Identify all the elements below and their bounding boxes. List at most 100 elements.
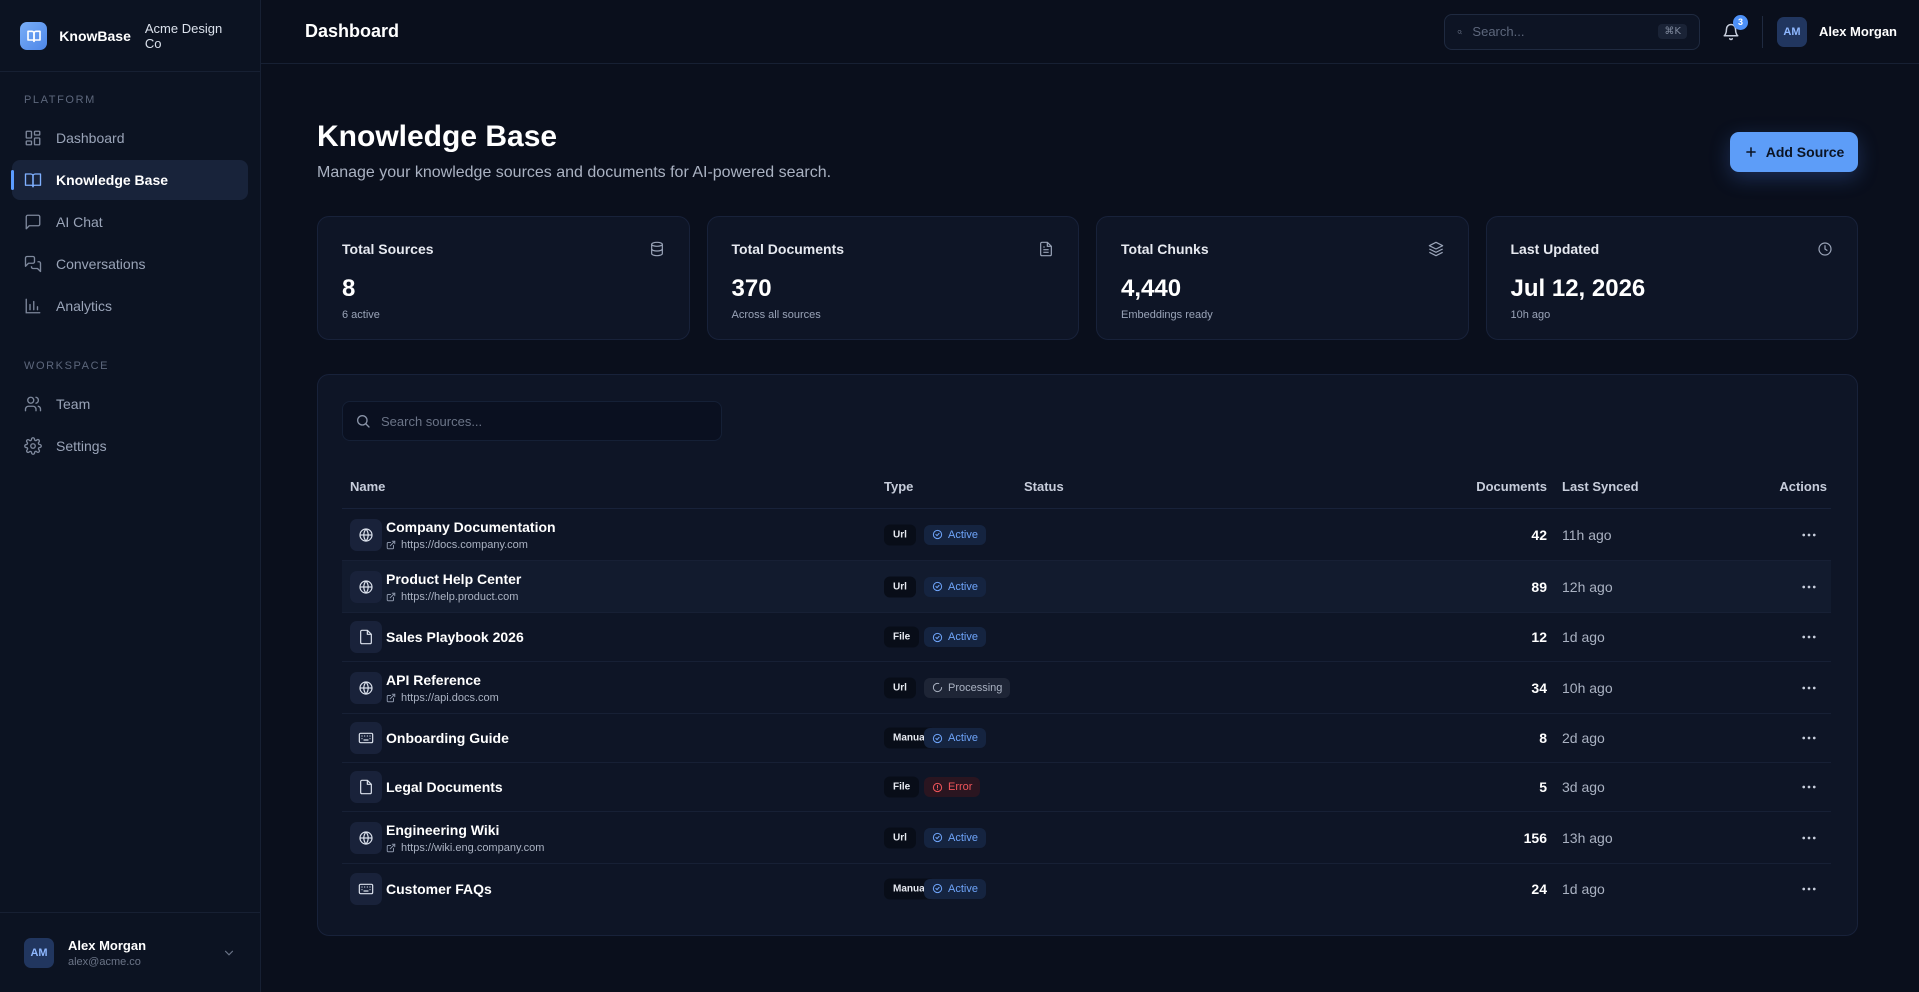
documents-count: 24 (1531, 880, 1547, 897)
stat-value: 370 (731, 275, 772, 302)
bar-chart-icon (24, 297, 42, 315)
status-badge: Processing (924, 677, 1011, 698)
source-name[interactable]: Company Documentation (386, 519, 556, 535)
sidebar-item-dashboard[interactable]: Dashboard (12, 118, 248, 158)
keyboard-icon (358, 881, 374, 897)
source-type-icon (350, 671, 382, 704)
more-horizontal-icon (1800, 679, 1818, 697)
sidebar-item-analytics[interactable]: Analytics (12, 286, 248, 326)
row-actions-button[interactable] (1799, 777, 1819, 797)
last-synced: 1d ago (1562, 629, 1605, 645)
type-badge: File (884, 776, 920, 798)
table-row[interactable]: Engineering Wiki https://wiki.eng.company… (342, 812, 1831, 864)
sidebar-item-ai-chat[interactable]: AI Chat (12, 202, 248, 242)
check-circle-icon (932, 733, 943, 744)
spinner-icon (932, 682, 943, 693)
global-search[interactable]: ⌘K (1443, 13, 1700, 50)
sidebar-user-menu[interactable]: AM Alex Morgan alex@acme.co (0, 912, 260, 992)
source-name-cell: Company Documentation https://docs.compan… (386, 519, 556, 551)
documents-count: 34 (1531, 679, 1547, 696)
check-circle-icon (932, 529, 943, 540)
conversations-icon (24, 255, 42, 273)
more-horizontal-icon (1800, 729, 1818, 747)
table-row[interactable]: Legal Documents File Error 5 3d ago (342, 763, 1831, 812)
source-url[interactable]: https://wiki.eng.company.com (386, 842, 544, 854)
stat-label: Total Sources (342, 241, 434, 257)
row-actions-button[interactable] (1799, 577, 1819, 597)
more-horizontal-icon (1800, 628, 1818, 646)
stat-sub: 10h ago (1510, 309, 1551, 321)
table-row[interactable]: API Reference https://api.docs.com Url Proc… (342, 662, 1831, 714)
source-name[interactable]: Legal Documents (386, 779, 503, 795)
row-actions-button[interactable] (1799, 828, 1819, 848)
source-url[interactable]: https://help.product.com (386, 591, 521, 603)
brand[interactable]: KnowBase Acme Design Co (0, 0, 260, 72)
documents-count: 5 (1539, 779, 1547, 795)
source-type-icon (350, 722, 382, 754)
row-actions-button[interactable] (1799, 678, 1819, 698)
stat-sub: 6 active (342, 309, 380, 321)
external-link-icon (386, 540, 396, 550)
user-menu[interactable]: AM Alex Morgan (1776, 16, 1897, 47)
source-name[interactable]: Customer FAQs (386, 881, 492, 897)
stat-value: 4,440 (1121, 275, 1182, 302)
database-icon (649, 241, 665, 257)
sources-search-input[interactable] (381, 413, 709, 429)
column-header-name[interactable]: Name (350, 479, 385, 494)
stat-value: Jul 12, 2026 (1510, 275, 1646, 302)
table-row[interactable]: Customer FAQs Manual Active 24 1d ago (342, 864, 1831, 913)
layers-icon (1428, 241, 1444, 257)
status-badge: Error (924, 777, 981, 797)
status-text: Error (948, 781, 973, 793)
column-header-documents[interactable]: Documents (1476, 479, 1547, 494)
check-circle-icon (932, 581, 943, 592)
sources-table-body: Company Documentation https://docs.compan… (342, 509, 1831, 913)
nav-section-platform: PLATFORM (24, 94, 96, 106)
grid-icon (24, 129, 42, 147)
sidebar-item-knowledge-base[interactable]: Knowledge Base (11, 160, 248, 200)
globe-icon (358, 830, 374, 846)
notifications-button[interactable]: 3 (1714, 14, 1748, 49)
file-icon (358, 779, 374, 795)
status-text: Active (948, 580, 978, 593)
source-name[interactable]: API Reference (386, 672, 499, 688)
sidebar-item-team[interactable]: Team (12, 384, 248, 424)
sidebar: KnowBase Acme Design Co PLATFORM Dashboa… (0, 0, 261, 992)
column-header-type[interactable]: Type (884, 479, 913, 494)
chevron-down-icon (222, 946, 236, 960)
source-name[interactable]: Onboarding Guide (386, 730, 509, 746)
sources-search[interactable] (342, 401, 722, 441)
globe-icon (358, 579, 374, 595)
source-name[interactable]: Engineering Wiki (386, 822, 544, 838)
column-header-status[interactable]: Status (1024, 479, 1064, 494)
column-header-last-synced[interactable]: Last Synced (1562, 479, 1639, 494)
page-title: Knowledge Base (317, 120, 558, 153)
source-name[interactable]: Sales Playbook 2026 (386, 629, 524, 645)
type-badge: Url (884, 827, 916, 848)
sidebar-item-conversations[interactable]: Conversations (12, 244, 248, 284)
source-name[interactable]: Product Help Center (386, 571, 521, 587)
gear-icon (24, 437, 42, 455)
check-circle-icon (932, 883, 943, 894)
source-url[interactable]: https://api.docs.com (386, 692, 499, 704)
table-row[interactable]: Onboarding Guide Manual Active 8 2d ago (342, 714, 1831, 763)
row-actions-button[interactable] (1799, 879, 1819, 899)
sidebar-item-label: Conversations (56, 256, 146, 272)
check-circle-icon (932, 832, 943, 843)
sidebar-item-settings[interactable]: Settings (12, 426, 248, 466)
status-text: Processing (948, 681, 1003, 694)
source-type-icon (350, 621, 382, 653)
table-row[interactable]: Company Documentation https://docs.compan… (342, 509, 1831, 561)
search-icon (1457, 24, 1462, 40)
row-actions-button[interactable] (1799, 728, 1819, 748)
stat-card-last-updated: Last Updated Jul 12, 2026 10h ago (1485, 216, 1858, 340)
row-actions-button[interactable] (1799, 525, 1819, 545)
table-row[interactable]: Sales Playbook 2026 File Active 12 1d ago (342, 613, 1831, 662)
add-source-button[interactable]: Add Source (1730, 132, 1858, 172)
check-circle-icon (932, 632, 943, 643)
global-search-input[interactable] (1472, 24, 1649, 39)
source-name-cell: Onboarding Guide (386, 730, 509, 746)
source-url[interactable]: https://docs.company.com (386, 539, 556, 551)
table-row[interactable]: Product Help Center https://help.product.… (342, 561, 1831, 613)
row-actions-button[interactable] (1799, 627, 1819, 647)
